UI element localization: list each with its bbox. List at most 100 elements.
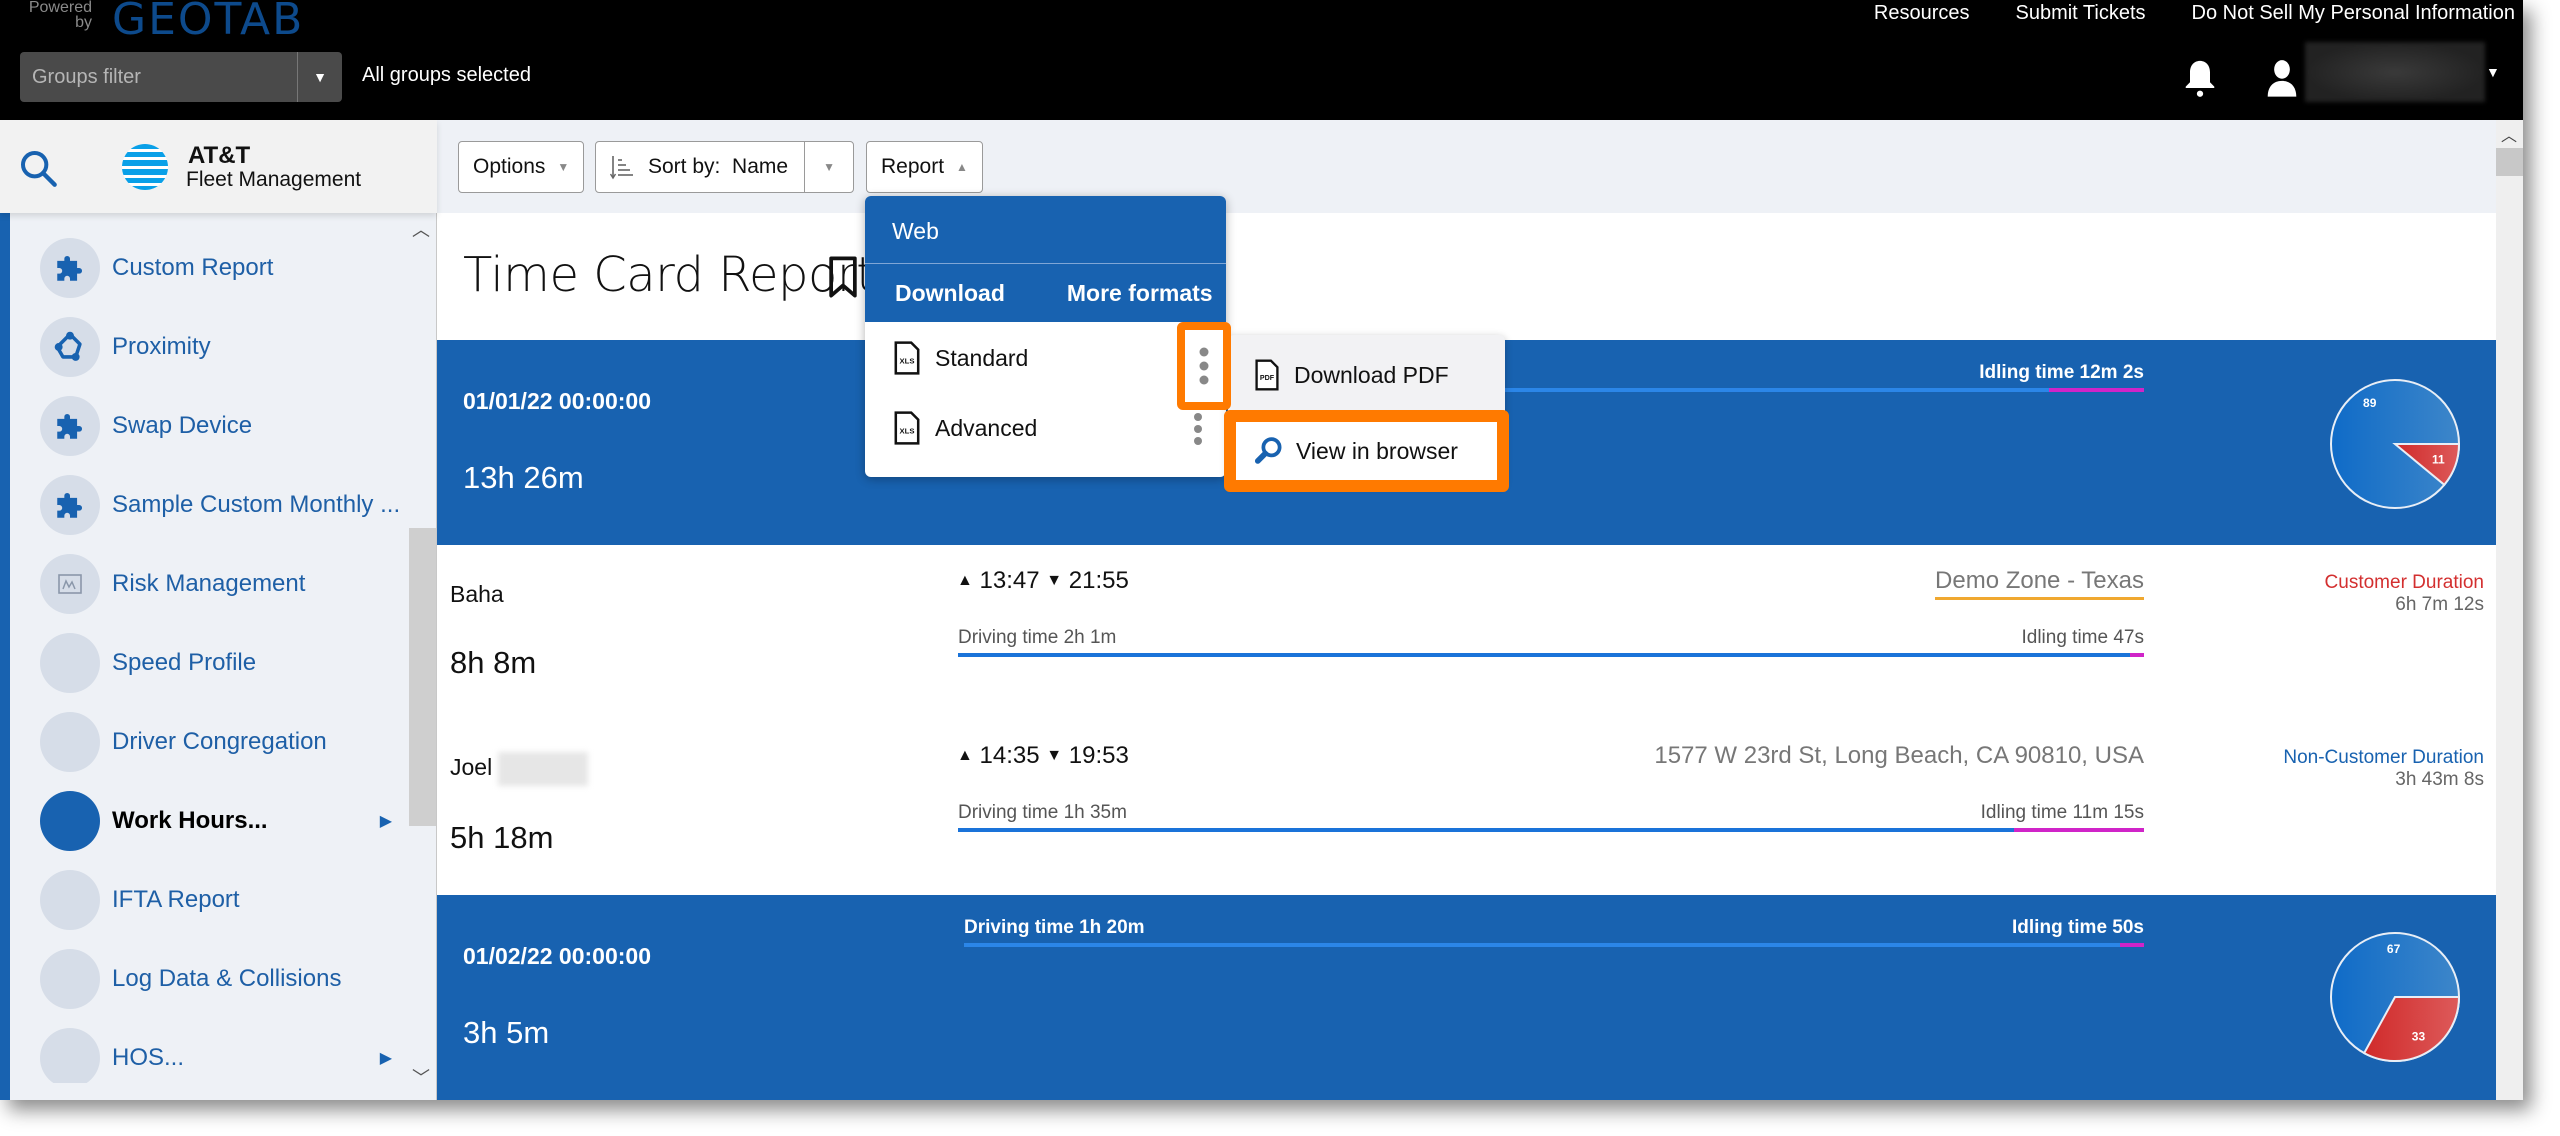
sidebar-item-label: Work Hours... xyxy=(112,807,268,834)
start-time: 13:47 xyxy=(979,567,1040,594)
duration-value: 6h 7m 12s xyxy=(2395,594,2484,615)
svg-text:PDF: PDF xyxy=(1260,374,1275,382)
scroll-down-icon[interactable]: ﹀ xyxy=(412,1064,430,1090)
groups-filter[interactable]: ▼ xyxy=(20,52,342,102)
groups-filter-input[interactable] xyxy=(20,52,297,102)
sidebar-item-label: Risk Management xyxy=(112,570,306,597)
report-option-advanced[interactable]: XLS Advanced xyxy=(865,393,1226,463)
tab-more-formats[interactable]: More formats xyxy=(1067,280,1213,307)
sidebar-item-custom-report[interactable]: Custom Report xyxy=(40,238,400,298)
sidebar-scrollbar-thumb[interactable] xyxy=(409,528,436,826)
sidebar-item-speed-profile[interactable]: Speed Profile xyxy=(40,633,400,693)
duration-value: 3h 43m 8s xyxy=(2395,769,2484,790)
sort-value: Name xyxy=(732,155,789,178)
view-in-browser-label: View in browser xyxy=(1296,437,1458,464)
user-icon[interactable] xyxy=(2264,58,2300,98)
end-arrow-icon: ▼ xyxy=(1046,747,1063,764)
activity-bar xyxy=(958,828,2144,832)
activity-bar xyxy=(964,943,2144,947)
report-option-label: Advanced xyxy=(935,414,1038,441)
duration-pie-chart: 33 67 xyxy=(2330,932,2461,1062)
activity-bar xyxy=(958,653,2144,657)
download-pdf-option[interactable]: PDF Download PDF xyxy=(1228,345,1505,405)
options-button[interactable]: Options ▼ xyxy=(458,141,585,193)
main-scrollbar[interactable]: ︿ xyxy=(2496,120,2523,1100)
driver-name: Baha xyxy=(450,581,504,607)
sort-dropdown-button[interactable]: ▼ xyxy=(805,160,853,174)
xls-file-icon: XLS xyxy=(894,341,920,375)
main-content: Options ▼ Sort by: Name ▼ Report ▲ Time Ca… xyxy=(437,120,2523,1100)
do-not-sell-link[interactable]: Do Not Sell My Personal Information xyxy=(2192,2,2515,25)
sort-button[interactable]: Sort by: Name ▼ xyxy=(595,141,855,193)
idling-time-label: Idling time 12m 2s xyxy=(1979,362,2144,383)
start-arrow-icon: ▲ xyxy=(957,572,973,589)
main-scrollbar-thumb[interactable] xyxy=(2496,148,2523,176)
sidebar: AT&T Fleet Management Custom Report Prox… xyxy=(0,120,437,1100)
user-menu-caret-icon[interactable]: ▼ xyxy=(2486,64,2500,80)
att-logo-text: AT&T xyxy=(188,142,251,169)
driving-time-label: Driving time 1h 35m xyxy=(958,802,1127,823)
sidebar-item-sample-custom-monthly[interactable]: Sample Custom Monthly ... xyxy=(40,475,400,535)
end-time: 21:55 xyxy=(1068,567,1129,594)
search-icon[interactable] xyxy=(18,148,58,188)
sidebar-item-hos[interactable]: HOS... ▶ xyxy=(40,1028,400,1083)
report-button[interactable]: Report ▲ xyxy=(866,141,983,193)
sidebar-item-ifta-report[interactable]: IFTA Report xyxy=(40,870,400,930)
chevron-right-icon: ▶ xyxy=(379,813,392,830)
day-date: 01/02/22 00:00:00 xyxy=(463,943,651,969)
att-globe-logo xyxy=(122,144,168,190)
sidebar-item-proximity[interactable]: Proximity xyxy=(40,317,400,377)
sidebar-item-label: Proximity xyxy=(112,333,211,360)
sidebar-item-swap-device[interactable]: Swap Device xyxy=(40,396,400,456)
idle-segment xyxy=(2129,653,2144,657)
scroll-up-icon[interactable]: ︿ xyxy=(2501,122,2517,146)
svg-text:XLS: XLS xyxy=(900,427,915,436)
bell-icon[interactable] xyxy=(2182,58,2218,98)
submit-tickets-link[interactable]: Submit Tickets xyxy=(2015,2,2145,25)
svg-text:XLS: XLS xyxy=(900,357,915,366)
resources-link[interactable]: Resources xyxy=(1874,2,1970,25)
day-date: 01/01/22 00:00:00 xyxy=(463,388,651,414)
bookmark-icon[interactable] xyxy=(825,255,861,299)
sidebar-item-label: Custom Report xyxy=(112,254,274,281)
sidebar-header: AT&T Fleet Management xyxy=(0,120,437,213)
sidebar-item-work-hours[interactable]: Work Hours... ▶ xyxy=(40,791,400,851)
day-summary-band[interactable]: 01/02/22 00:00:00 3h 5m Driving time 1h … xyxy=(437,895,2496,1100)
caret-up-icon: ▲ xyxy=(956,160,968,174)
standard-more-options-button[interactable] xyxy=(1177,322,1231,410)
sidebar-item-label: Speed Profile xyxy=(112,649,257,676)
duration-pie-chart: 11 89 xyxy=(2330,379,2461,509)
driving-time-label: Driving time 2h 1m xyxy=(958,627,1117,648)
trip-times: ▲ 14:35 ▼ 19:53 xyxy=(957,742,1129,770)
pie-label-non-customer: 89 xyxy=(2363,396,2377,410)
idling-time-label: Idling time 11m 15s xyxy=(1980,802,2144,823)
report-option-standard[interactable]: XLS Standard xyxy=(865,323,1226,393)
groups-filter-dropdown-button[interactable]: ▼ xyxy=(297,52,342,102)
report-web-option[interactable]: Web xyxy=(865,196,1226,264)
driver-row[interactable]: Baha 8h 8m ▲ 13:47 ▼ 21:55 Demo Zone - T… xyxy=(437,545,2496,720)
title-area: Time Card Report xyxy=(437,213,2496,340)
view-in-browser-option[interactable]: View in browser xyxy=(1224,410,1509,492)
caret-down-icon: ▼ xyxy=(823,160,836,174)
powered-by-label: Powered by xyxy=(28,0,92,31)
tab-download[interactable]: Download xyxy=(895,280,1005,307)
scroll-up-icon[interactable]: ︿ xyxy=(412,216,430,242)
chart-icon xyxy=(58,574,82,594)
sidebar-item-log-data-collisions[interactable]: Log Data & Collisions xyxy=(40,949,400,1009)
more-options-icon[interactable] xyxy=(1193,409,1203,449)
idling-time-label: Idling time 47s xyxy=(2021,627,2144,648)
start-time: 14:35 xyxy=(979,742,1040,769)
sidebar-item-driver-congregation[interactable]: Driver Congregation xyxy=(40,712,400,772)
magnifier-icon xyxy=(1254,437,1282,464)
caret-down-icon: ▼ xyxy=(313,69,327,85)
report-option-label: Standard xyxy=(935,344,1029,371)
top-links: Resources Submit Tickets Do Not Sell My … xyxy=(1874,2,2515,25)
sidebar-item-risk-management[interactable]: Risk Management xyxy=(40,554,400,614)
sidebar-item-label: IFTA Report xyxy=(112,886,240,913)
sidebar-item-label: Swap Device xyxy=(112,412,253,439)
trip-times: ▲ 13:47 ▼ 21:55 xyxy=(957,567,1129,595)
user-name-redacted[interactable] xyxy=(2305,42,2485,102)
location-zone-link[interactable]: Demo Zone - Texas xyxy=(1935,567,2144,600)
driver-row[interactable]: Joel 5h 18m ▲ 14:35 ▼ 19:53 1577 W 23rd … xyxy=(437,720,2496,895)
location-address: 1577 W 23rd St, Long Beach, CA 90810, US… xyxy=(1654,742,2144,769)
